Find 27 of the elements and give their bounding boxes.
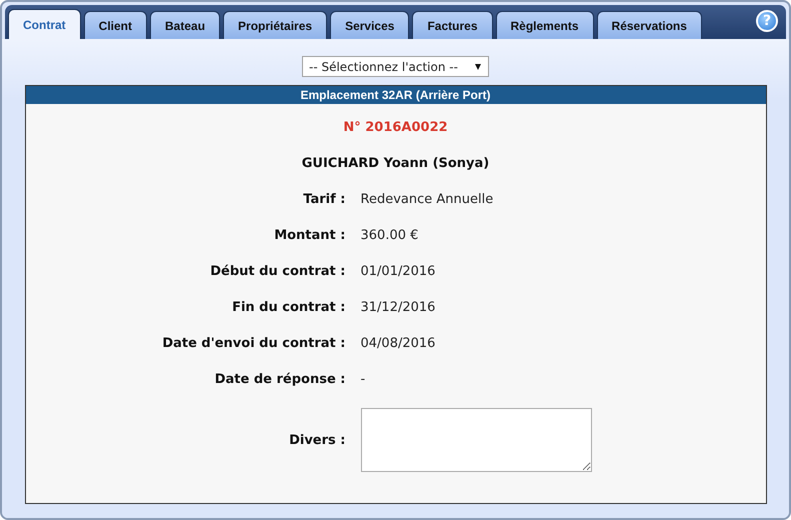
contract-number: N° 2016A0022 <box>342 120 449 135</box>
tab[interactable]: Bateau <box>150 11 220 39</box>
tab[interactable]: Client <box>84 11 148 39</box>
field-value: 01/01/2016 <box>360 264 436 279</box>
field-value: 04/08/2016 <box>360 336 436 351</box>
tab[interactable]: Propriétaires <box>223 11 328 39</box>
caret-icon <box>475 64 481 70</box>
tab[interactable]: Services <box>330 11 410 39</box>
field-value: 31/12/2016 <box>360 300 436 315</box>
client-name: GUICHARD Yoann (Sonya) <box>300 156 490 171</box>
tab[interactable]: Contrat <box>8 9 81 39</box>
field-value: Redevance Annuelle <box>360 192 494 207</box>
field-label: Divers : <box>289 432 346 448</box>
field-value: 360.00 € <box>360 228 418 243</box>
tab[interactable]: Factures <box>412 11 492 39</box>
tab[interactable]: Réservations <box>596 11 702 39</box>
field-label: Fin du contrat : <box>232 300 346 315</box>
tab[interactable]: Règlements <box>496 11 594 39</box>
field-label: Tarif : <box>303 192 346 207</box>
notes-field[interactable] <box>360 408 592 472</box>
field-label: Montant : <box>274 228 346 243</box>
field-label: Début du contrat : <box>210 264 346 279</box>
panel-title: Emplacement 32AR (Arrière Port) <box>26 86 766 104</box>
field-label: Date de réponse : <box>214 372 346 387</box>
action-select[interactable]: -- Sélectionnez l'action -- <box>302 56 489 77</box>
field-label: Date d'envoi du contrat : <box>162 336 346 351</box>
field-value: - <box>360 372 366 387</box>
